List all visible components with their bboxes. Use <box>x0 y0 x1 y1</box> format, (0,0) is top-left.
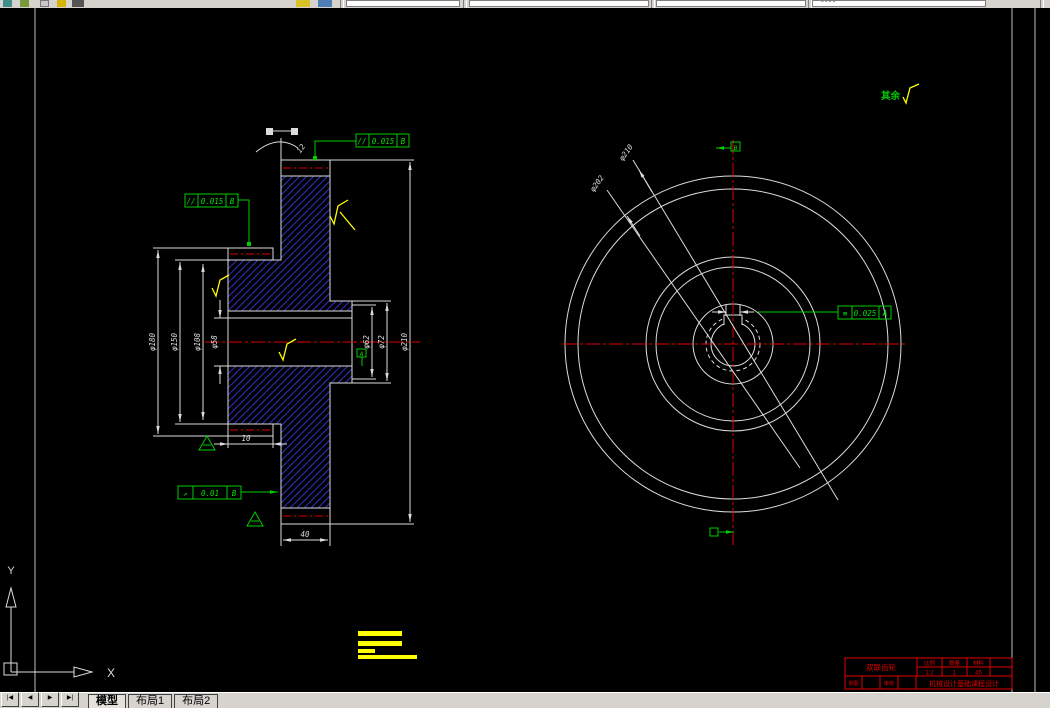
gdt-value: 0.025 <box>854 309 877 318</box>
col-value: 1:2 <box>925 671 934 677</box>
gdt-symbol: ↗ <box>183 489 188 498</box>
dim-text: 40 <box>300 530 310 539</box>
gdt-value: 0.015 <box>201 197 224 206</box>
toolbar-icon[interactable] <box>72 0 84 7</box>
gdt-datum: B <box>401 137 406 146</box>
autocad-window: ▪▪▪▪ φ180 φ150 φ108 φ58 φ62 φ72 φ210 40 … <box>0 0 1050 708</box>
toolbar-icon[interactable] <box>3 0 12 7</box>
tab-layout2[interactable]: 布局2 <box>174 694 219 708</box>
col-header: 比例 <box>924 659 936 667</box>
dim-text: φ72 <box>377 335 386 349</box>
svg-text:A: A <box>359 351 364 358</box>
color-combo[interactable] <box>469 0 649 7</box>
layer-combo[interactable] <box>346 0 460 7</box>
ucs-x-label: X <box>107 666 115 680</box>
col-header: 数量 <box>949 659 961 667</box>
toolbar-separator <box>1040 0 1044 8</box>
tab-layout1[interactable]: 布局1 <box>128 694 173 708</box>
dim-text: φ180 <box>148 332 157 351</box>
toolbar-separator <box>340 0 344 8</box>
tab-model[interactable]: 模型 <box>88 694 126 708</box>
footer-text: 机械设计基础课程设计 <box>929 679 999 688</box>
dim-text: φ58 <box>210 335 219 349</box>
toolbar-separator <box>651 0 655 8</box>
pan-icon[interactable] <box>318 0 332 7</box>
combo-text-remnant: ▪▪▪▪ <box>821 0 837 5</box>
dim-text: φ108 <box>193 332 202 351</box>
layout-tabs: 模型 布局1 布局2 <box>88 693 220 708</box>
col-value: 45 <box>975 671 982 677</box>
dim-text: 10 <box>241 434 251 443</box>
linetype-combo[interactable] <box>656 0 806 7</box>
dim-text: φ210 <box>400 332 409 351</box>
gdt-symbol: // <box>357 137 366 146</box>
gdt-symbol: // <box>186 197 195 206</box>
dim-text: φ62 <box>362 335 371 349</box>
gdt-datum: A <box>882 309 888 318</box>
col-header: 材料 <box>973 659 985 667</box>
gdt-datum: B <box>230 197 235 206</box>
gdt-value: 0.01 <box>201 489 219 498</box>
toolbar-icon[interactable] <box>57 0 66 7</box>
layout-tab-bar: |◀ ◀ ▶ ▶| 模型 布局1 布局2 <box>0 692 1050 708</box>
cell-label: 制图 <box>848 680 858 687</box>
zoom-icon[interactable] <box>296 0 310 7</box>
toolbar-icon[interactable] <box>20 0 29 7</box>
tab-nav-first[interactable]: |◀ <box>1 692 19 707</box>
cell-label: 审核 <box>884 680 894 687</box>
gdt-symbol: ≡ <box>843 309 848 318</box>
toolbar-separator <box>463 0 467 8</box>
model-space-canvas[interactable]: φ180 φ150 φ108 φ58 φ62 φ72 φ210 40 10 12… <box>0 0 1050 708</box>
gdt-value: 0.015 <box>372 137 395 146</box>
note-text: 其余 <box>881 90 901 102</box>
tab-nav-last[interactable]: ▶| <box>61 692 79 707</box>
part-name: 双联齿轮 <box>866 662 896 672</box>
gdt-datum: B <box>232 489 237 498</box>
toolbar-icon[interactable] <box>40 0 49 7</box>
tab-nav-prev[interactable]: ◀ <box>21 692 39 707</box>
dim-text: φ150 <box>170 332 179 351</box>
ucs-y-label: Y <box>7 565 15 577</box>
svg-text:B: B <box>734 145 738 152</box>
lineweight-combo[interactable]: ▪▪▪▪ <box>812 0 986 7</box>
toolbar: ▪▪▪▪ <box>0 0 1050 8</box>
tab-nav-next[interactable]: ▶ <box>41 692 59 707</box>
